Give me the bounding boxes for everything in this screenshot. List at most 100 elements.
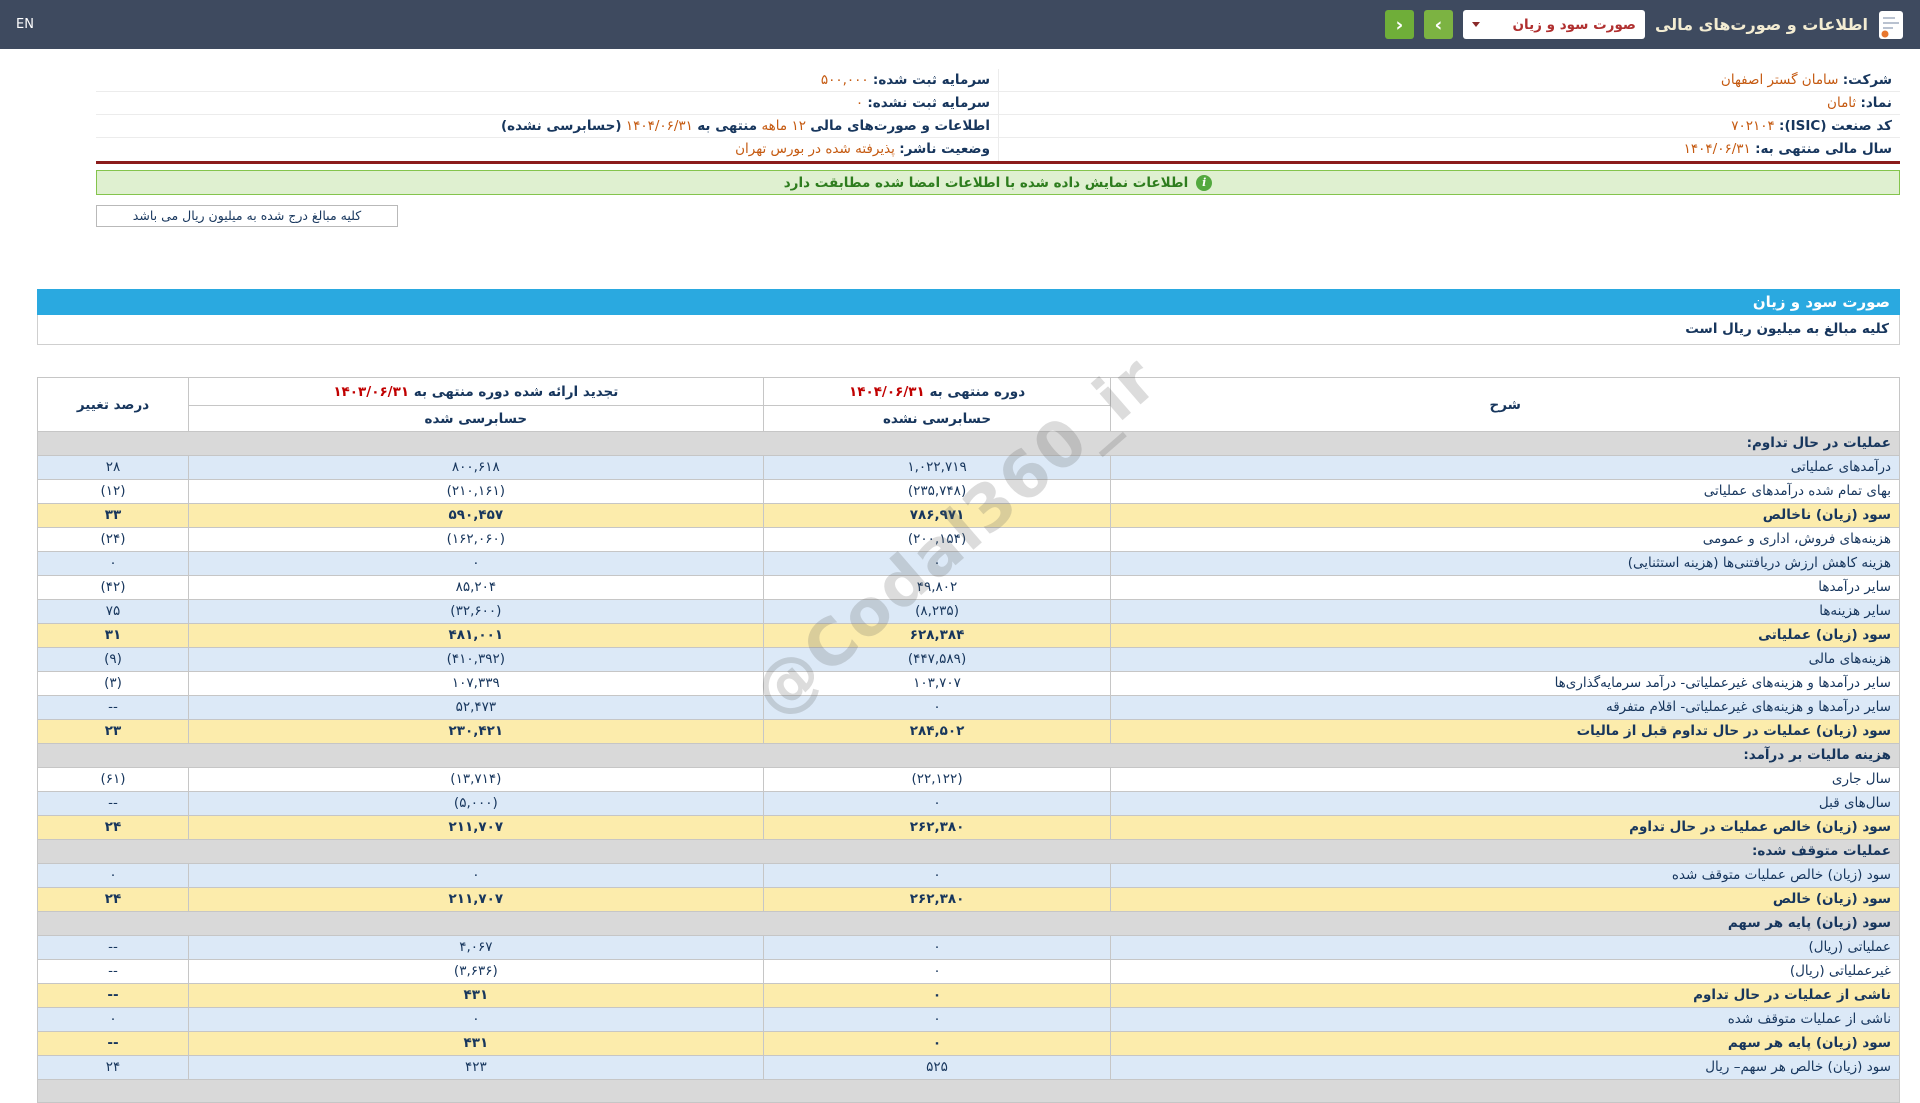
statement-row: سایر هزینه‌ها(۸,۲۳۵)(۳۲,۶۰۰)۷۵ — [38, 600, 1900, 624]
statement-title-bar: صورت سود و زیان — [37, 289, 1900, 315]
statement-row: سایر درآمدها و هزینه‌های غیرعملیاتی- درآ… — [38, 672, 1900, 696]
current-period-value: (۸,۲۳۵) — [763, 600, 1111, 624]
prior-period-value: (۱۶۲,۰۶۰) — [189, 528, 764, 552]
signed-info-banner: i اطلاعات نمایش داده شده با اطلاعات امضا… — [96, 170, 1900, 195]
period-mid: منتهی به — [697, 118, 757, 134]
statement-row: سود (زیان) عملیاتی۶۲۸,۳۸۴۴۸۱,۰۰۱۳۱ — [38, 624, 1900, 648]
signed-banner-text: اطلاعات نمایش داده شده با اطلاعات امضا ش… — [784, 175, 1189, 191]
prior-period-value: (۲۱۰,۱۶۱) — [189, 480, 764, 504]
section-header-label — [38, 1080, 1900, 1103]
current-period-value: (۲۲,۱۲۲) — [763, 768, 1111, 792]
current-period-value: ۰ — [763, 552, 1111, 576]
statement-unit-note: کلیه مبالغ به میلیون ریال است — [37, 315, 1900, 345]
company-field: شرکت: سامان گستر اصفهان — [998, 69, 1900, 92]
change-percent-value: (۲۴) — [38, 528, 189, 552]
current-period-value: ۱,۰۲۲,۷۱۹ — [763, 456, 1111, 480]
statement-table-header: شرح دوره منتهی به ۱۴۰۴/۰۶/۳۱ تجدید ارائه… — [38, 378, 1900, 432]
change-percent-value: -- — [38, 984, 189, 1008]
current-period-value: (۲۰۰,۱۵۴) — [763, 528, 1111, 552]
current-period-value: ۱۰۳,۷۰۷ — [763, 672, 1111, 696]
current-period-value: (۴۴۷,۵۸۹) — [763, 648, 1111, 672]
prior-period-value: (۵,۰۰۰) — [189, 792, 764, 816]
current-period-value: ۲۶۲,۳۸۰ — [763, 816, 1111, 840]
statement-row: ناشی از عملیات در حال تداوم۰۴۳۱-- — [38, 984, 1900, 1008]
registered-capital-value: ۵۰۰,۰۰۰ — [821, 72, 869, 88]
section-header-row: هزینه مالیات بر درآمد: — [38, 744, 1900, 768]
current-period-value: ۵۲۵ — [763, 1056, 1111, 1080]
section-header-label: عملیات متوقف شده: — [38, 840, 1900, 864]
row-label: ناشی از عملیات متوقف شده — [1111, 1008, 1900, 1032]
prior-period-value: ۴,۰۶۷ — [189, 936, 764, 960]
current-period-value: ۶۲۸,۳۸۴ — [763, 624, 1111, 648]
change-percent-value: ۰ — [38, 864, 189, 888]
change-percent-value: (۴۲) — [38, 576, 189, 600]
prior-period-value: ۸۰۰,۶۱۸ — [189, 456, 764, 480]
section-header-row: سود (زیان) پایه هر سهم — [38, 912, 1900, 936]
nav-forward-button[interactable]: › — [1424, 10, 1453, 39]
period-suffix: (حسابرسی نشده) — [501, 118, 622, 134]
row-label: هزینه‌های فروش، اداری و عمومی — [1111, 528, 1900, 552]
prior-period-value: ۲۳۰,۴۲۱ — [189, 720, 764, 744]
row-label: سود (زیان) عملیاتی — [1111, 624, 1900, 648]
company-value: سامان گستر اصفهان — [1721, 72, 1839, 88]
change-percent-value: -- — [38, 696, 189, 720]
current-period-value: ۰ — [763, 984, 1111, 1008]
row-label: درآمدهای عملیاتی — [1111, 456, 1900, 480]
row-label: سود (زیان) خالص هر سهم– ریال — [1111, 1056, 1900, 1080]
change-percent-value: -- — [38, 1032, 189, 1056]
section-header-label: هزینه مالیات بر درآمد: — [38, 744, 1900, 768]
statement-row: سال جاری(۲۲,۱۲۲)(۱۳,۷۱۴)(۶۱) — [38, 768, 1900, 792]
row-label: غیرعملیاتی (ریال) — [1111, 960, 1900, 984]
row-label: هزینه‌های مالی — [1111, 648, 1900, 672]
statement-row: غیرعملیاتی (ریال)۰(۳,۶۳۶)-- — [38, 960, 1900, 984]
current-period-value: ۰ — [763, 864, 1111, 888]
current-period-value: ۴۹,۸۰۲ — [763, 576, 1111, 600]
row-label: بهای تمام شده درآمدهای عملیاتی — [1111, 480, 1900, 504]
statement-row: سود (زیان) خالص هر سهم– ریال۵۲۵۴۲۳۲۴ — [38, 1056, 1900, 1080]
topbar: اطلاعات و صورت‌های مالی صورت سود و زیان … — [0, 0, 1920, 49]
change-percent-value: ۰ — [38, 1008, 189, 1032]
change-percent-value: ۲۴ — [38, 816, 189, 840]
current-period-date: ۱۴۰۴/۰۶/۳۱ — [849, 384, 925, 400]
prior-period-value: ۰ — [189, 552, 764, 576]
change-percent-value: -- — [38, 936, 189, 960]
unregistered-capital-label: سرمایه ثبت نشده: — [867, 95, 990, 111]
change-percent-value: (۳) — [38, 672, 189, 696]
change-percent-value: ۲۴ — [38, 1056, 189, 1080]
change-percent-value: ۲۸ — [38, 456, 189, 480]
prior-period-value: ۰ — [189, 1008, 764, 1032]
statement-type-dropdown[interactable]: صورت سود و زیان — [1463, 10, 1645, 39]
current-period-value: ۰ — [763, 960, 1111, 984]
issuer-status-label: وضعیت ناشر: — [899, 141, 990, 157]
prior-period-value: ۴۳۱ — [189, 984, 764, 1008]
statement-row: عملیاتی (ریال)۰۴,۰۶۷-- — [38, 936, 1900, 960]
unregistered-capital-field: سرمایه ثبت نشده: ۰ — [96, 92, 998, 115]
col-header-change-percent: درصد تغییر — [38, 378, 189, 432]
row-label: عملیاتی (ریال) — [1111, 936, 1900, 960]
current-period-value: ۰ — [763, 1008, 1111, 1032]
row-label: سود (زیان) پایه هر سهم — [1111, 1032, 1900, 1056]
statement-row: سایر درآمدها و هزینه‌های غیرعملیاتی- اقل… — [38, 696, 1900, 720]
fiscal-year-field: سال مالی منتهی به: ۱۴۰۴/۰۶/۳۱ — [998, 138, 1900, 161]
income-statement-section: صورت سود و زیان کلیه مبالغ به میلیون ریا… — [37, 289, 1900, 1103]
change-percent-value: -- — [38, 960, 189, 984]
statement-row: سود (زیان) پایه هر سهم۰۴۳۱-- — [38, 1032, 1900, 1056]
language-toggle[interactable]: EN — [16, 17, 34, 32]
prior-period-value: ۴۸۱,۰۰۱ — [189, 624, 764, 648]
registered-capital-label: سرمایه ثبت شده: — [873, 72, 990, 88]
prior-period-value: ۱۰۷,۳۳۹ — [189, 672, 764, 696]
financial-statements-logo-icon[interactable] — [1878, 10, 1904, 40]
statement-row: سود (زیان) خالص عملیات متوقف شده۰۰۰ — [38, 864, 1900, 888]
change-percent-value: (۶۱) — [38, 768, 189, 792]
change-percent-value: ۲۳ — [38, 720, 189, 744]
nav-back-button[interactable]: ‹ — [1385, 10, 1414, 39]
current-period-value: ۰ — [763, 792, 1111, 816]
period-date: ۱۴۰۴/۰۶/۳۱ — [626, 118, 693, 134]
company-label: شرکت: — [1843, 72, 1892, 88]
current-period-value: ۰ — [763, 696, 1111, 720]
statement-row: سود (زیان) عملیات در حال تداوم قبل از ما… — [38, 720, 1900, 744]
row-label: سود (زیان) ناخالص — [1111, 504, 1900, 528]
statement-row: هزینه‌های مالی(۴۴۷,۵۸۹)(۴۱۰,۳۹۲)(۹) — [38, 648, 1900, 672]
prior-period-value: (۴۱۰,۳۹۲) — [189, 648, 764, 672]
statement-row: سود (زیان) خالص عملیات در حال تداوم۲۶۲,۳… — [38, 816, 1900, 840]
